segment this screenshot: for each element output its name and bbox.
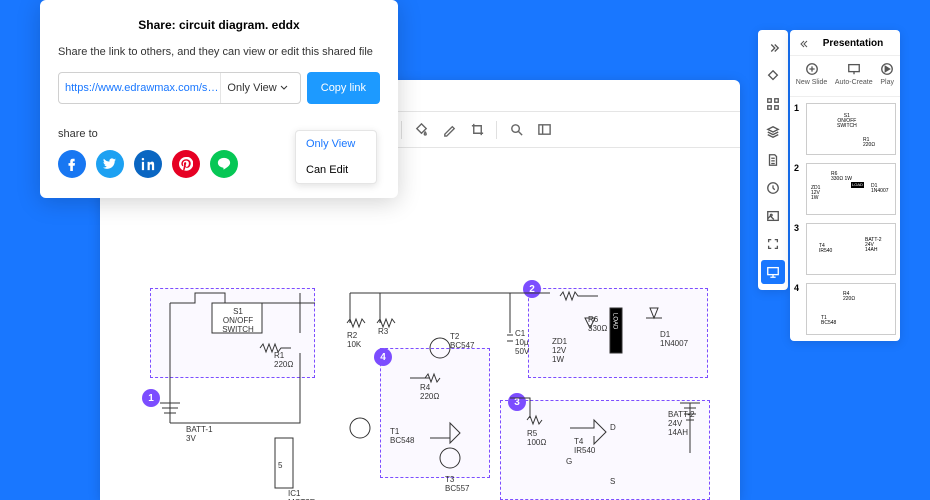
copy-link-button[interactable]: Copy link	[307, 72, 380, 104]
slide-item[interactable]: 3 T4IR540 BATT-224V14AH	[794, 223, 896, 275]
line-icon[interactable]	[210, 150, 238, 178]
layers-icon[interactable]	[761, 120, 785, 144]
lbl-t2: T2 BC547	[450, 333, 474, 351]
circuit-svg	[140, 228, 740, 500]
lbl-batt2: BATT-2 24V 14AH	[668, 411, 695, 437]
share-desc: Share the link to others, and they can v…	[58, 46, 380, 58]
presentation-panel: Presentation New Slide Auto-Create Play …	[790, 30, 900, 341]
share-link[interactable]: https://www.edrawmax.com/server...	[65, 82, 220, 94]
lbl-r2: R2 10K	[347, 332, 361, 350]
lbl-r3: R3	[378, 328, 388, 337]
lbl-r6: R6 330Ω	[588, 316, 607, 334]
right-ribbon	[758, 30, 788, 290]
lbl-ic1: IC1 MCT2E	[288, 490, 315, 500]
slide-item[interactable]: 4 R4220Ω T1BC548	[794, 283, 896, 335]
lbl-r4: R4 220Ω	[420, 384, 439, 402]
presentation-icon[interactable]	[761, 260, 785, 284]
slide-thumb: T4IR540 BATT-224V14AH	[806, 223, 896, 275]
lbl-t4: T4 IR540	[574, 438, 595, 456]
canvas[interactable]: 1 2 3 4	[100, 148, 740, 500]
collapse-icon[interactable]	[761, 36, 785, 60]
image-icon[interactable]	[761, 204, 785, 228]
play-button[interactable]: Play	[880, 62, 894, 86]
lbl-d1: D1 1N4007	[660, 331, 688, 349]
share-dialog: Share: circuit diagram. eddx Share the l…	[40, 0, 398, 198]
slide-item[interactable]: 1 S1ON/OFFSWITCH R1220Ω	[794, 103, 896, 155]
collapse-icon[interactable]	[798, 39, 808, 49]
slide-thumb: R6330Ω 1W ZD112V1W LOAD D11N4007	[806, 163, 896, 215]
presentation-title: Presentation	[814, 38, 892, 49]
permission-dropdown: Only View Can Edit	[295, 130, 377, 184]
slide-item[interactable]: 2 R6330Ω 1W ZD112V1W LOAD D11N4007	[794, 163, 896, 215]
new-slide-button[interactable]: New Slide	[796, 62, 828, 86]
twitter-icon[interactable]	[96, 150, 124, 178]
slide-num: 2	[794, 163, 802, 215]
lbl-s: S	[610, 478, 615, 487]
linkedin-icon[interactable]	[134, 150, 162, 178]
history-icon[interactable]	[761, 176, 785, 200]
lbl-r5: R5 100Ω	[527, 430, 546, 448]
share-title: Share: circuit diagram. eddx	[58, 18, 380, 32]
expand-tool[interactable]	[535, 121, 553, 139]
slide-num: 4	[794, 283, 802, 335]
facebook-icon[interactable]	[58, 150, 86, 178]
lbl-p5: 5	[278, 462, 282, 471]
auto-create-button[interactable]: Auto-Create	[835, 62, 873, 86]
lbl-t1: T1 BC548	[390, 428, 414, 446]
chevron-down-icon	[280, 84, 288, 92]
slide-num: 1	[794, 103, 802, 155]
grid-icon[interactable]	[761, 92, 785, 116]
slide-thumb: S1ON/OFFSWITCH R1220Ω	[806, 103, 896, 155]
lbl-g: G	[566, 458, 572, 467]
divider	[496, 121, 497, 139]
lbl-load: LOAD	[611, 313, 618, 329]
share-permission-select[interactable]: Only View	[220, 73, 293, 103]
lbl-s1: S1 ON/OFF SWITCH	[218, 308, 258, 334]
slides-list: 1 S1ON/OFFSWITCH R1220Ω 2 R6330Ω 1W ZD11…	[790, 97, 900, 341]
lbl-d: D	[610, 424, 616, 433]
lbl-batt1: BATT-1 3V	[186, 426, 213, 444]
lbl-r1: R1 220Ω	[274, 352, 293, 370]
bucket-icon[interactable]	[761, 64, 785, 88]
slide-thumb: R4220Ω T1BC548	[806, 283, 896, 335]
divider	[401, 121, 402, 139]
perm-can-edit[interactable]: Can Edit	[296, 157, 376, 183]
slide-num: 3	[794, 223, 802, 275]
page-icon[interactable]	[761, 148, 785, 172]
crop-tool[interactable]	[468, 121, 486, 139]
pen-tool[interactable]	[440, 121, 458, 139]
share-link-box: https://www.edrawmax.com/server... Only …	[58, 72, 301, 104]
pinterest-icon[interactable]	[172, 150, 200, 178]
lbl-zd1: ZD1 12V 1W	[552, 338, 567, 364]
fill-tool[interactable]	[412, 121, 430, 139]
fullscreen-icon[interactable]	[761, 232, 785, 256]
lbl-c1: C1 10μ 50V	[515, 330, 529, 356]
search-tool[interactable]	[507, 121, 525, 139]
perm-only-view[interactable]: Only View	[296, 131, 376, 157]
lbl-t3: T3 BC557	[445, 476, 469, 494]
